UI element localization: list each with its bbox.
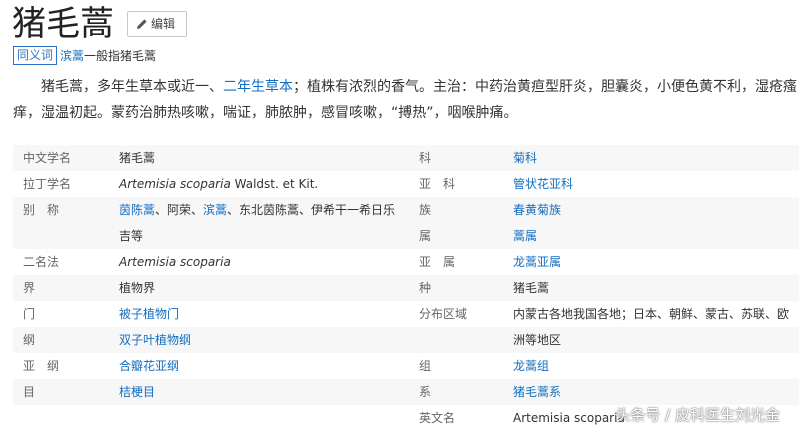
synonym-link[interactable]: 滨蒿 (60, 49, 84, 63)
info-label: 族 (419, 203, 432, 217)
pencil-icon (137, 19, 147, 29)
alias-text: 、东北茵陈蒿、伊希干一希日乐 (227, 203, 396, 217)
info-value: Artemisia scoparia (513, 411, 625, 425)
edit-label: 编辑 (151, 17, 176, 31)
info-value-cont: 洲等地区 (513, 333, 562, 347)
info-link[interactable]: 桔梗目 (119, 379, 155, 405)
info-link[interactable]: 龙蒿组 (513, 353, 549, 379)
synonym-desc: 一般指猪毛蒿 (84, 49, 157, 63)
info-value: Artemisia scoparia Waldst. et Kit. (119, 171, 318, 197)
info-label: 亚 纲 (23, 359, 60, 373)
info-label: 组 (419, 359, 432, 373)
summary-link[interactable]: 二年生草本 (223, 79, 293, 95)
latin-author: Waldst. et Kit. (230, 177, 319, 191)
info-value-cont: 吉等 (119, 229, 144, 243)
info-label: 科 (419, 151, 432, 165)
info-label: 亚 科 (419, 177, 456, 191)
info-value: 植物界 (119, 281, 156, 295)
info-link[interactable]: 合瓣花亚纲 (119, 353, 179, 379)
info-value: 茵陈蒿、阿荣、滨蒿、东北茵陈蒿、伊希干一希日乐 (119, 197, 395, 223)
info-value: Artemisia scoparia (119, 249, 231, 275)
latin-name: Artemisia scoparia (119, 177, 231, 191)
info-label: 拉丁学名 (23, 177, 72, 191)
info-label: 门 (23, 307, 36, 321)
info-link[interactable]: 菊科 (513, 145, 537, 171)
info-link[interactable]: 管状花亚科 (513, 171, 573, 197)
info-label: 英文名 (419, 411, 456, 425)
info-label: 目 (23, 385, 36, 399)
synonym-text: 滨蒿一般指猪毛蒿 (60, 47, 156, 65)
info-link[interactable]: 龙蒿亚属 (513, 249, 561, 275)
info-value: 猪毛蒿 (119, 151, 156, 165)
info-label: 亚 属 (419, 255, 456, 269)
info-value: 内蒙古各地我国各地；日本、朝鲜、蒙古、苏联、欧 (513, 307, 790, 321)
info-link[interactable]: 猪毛蒿系 (513, 379, 561, 405)
info-label: 系 (419, 385, 432, 399)
info-link[interactable]: 双子叶植物纲 (119, 327, 191, 353)
alias-text: 、阿荣、 (155, 203, 204, 217)
synonym-tag: 同义词 (13, 46, 58, 65)
summary-part1: 猪毛蒿，多年生草本或近一、 (41, 79, 223, 95)
watermark: 头条号 / 皮科医生刘光金 (615, 406, 780, 424)
info-label: 种 (419, 281, 432, 295)
info-link[interactable]: 春黄菊族 (513, 197, 561, 223)
info-value: 猪毛蒿 (513, 281, 550, 295)
alias-link[interactable]: 滨蒿 (203, 203, 227, 217)
binomial-name: Artemisia scoparia (119, 255, 231, 269)
edit-button[interactable]: 编辑 (127, 11, 187, 37)
info-label: 属 (419, 229, 432, 243)
info-label: 二名法 (23, 255, 60, 269)
page-title: 猪毛蒿 (12, 4, 114, 44)
summary-paragraph: 猪毛蒿，多年生草本或近一、二年生草本；植株有浓烈的香气。主治：中药治黄疸型肝炎，… (13, 74, 799, 126)
info-label: 别 称 (23, 203, 60, 217)
info-label: 分布区域 (419, 307, 468, 321)
alias-link[interactable]: 茵陈蒿 (119, 203, 155, 217)
info-link[interactable]: 被子植物门 (119, 301, 179, 327)
info-label: 纲 (23, 333, 36, 347)
info-label: 界 (23, 281, 36, 295)
info-label: 中文学名 (23, 151, 72, 165)
info-link[interactable]: 蒿属 (513, 223, 537, 249)
